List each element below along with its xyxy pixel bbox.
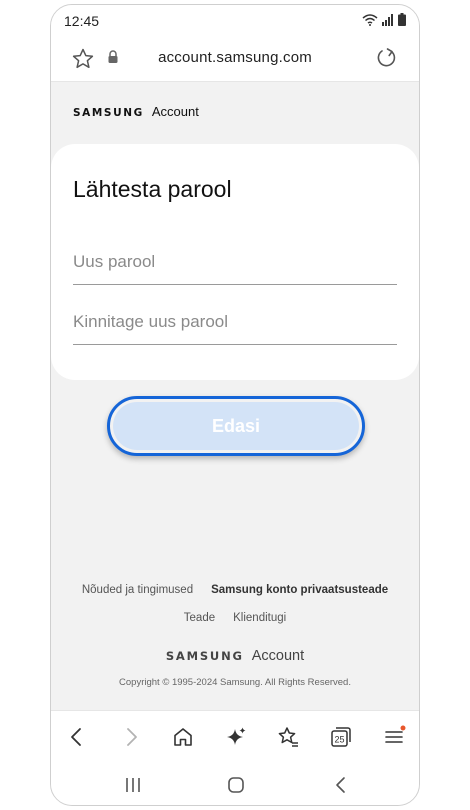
page-title: Lähtesta parool — [73, 176, 232, 202]
status-icons — [362, 13, 406, 26]
tabs-count: 25 — [334, 735, 344, 745]
system-nav-bar — [51, 762, 419, 805]
recents-icon[interactable] — [121, 774, 145, 796]
notification-dot — [400, 725, 406, 731]
footer-brand-account: Account — [251, 648, 305, 664]
next-button-focus-ring: Edasi — [107, 396, 365, 456]
next-button[interactable]: Edasi — [113, 402, 359, 450]
status-bar: 12:45 — [51, 5, 419, 37]
brand-account: Account — [151, 104, 199, 119]
home-icon[interactable] — [171, 725, 195, 749]
back-icon[interactable] — [65, 725, 89, 749]
sparkle-icon[interactable] — [224, 725, 248, 749]
bookmarks-icon[interactable] — [276, 725, 300, 749]
footer-brand-samsung: SAMSUNG — [165, 649, 244, 663]
menu-icon[interactable] — [382, 725, 406, 749]
forward-icon[interactable] — [119, 725, 143, 749]
brand-samsung: SAMSUNG — [73, 107, 144, 119]
reset-password-card: Lähtesta parool — [51, 144, 419, 380]
footer-samsung-account-logo: SAMSUNG Account — [51, 648, 419, 664]
confirm-password-field[interactable] — [73, 300, 397, 345]
privacy-link[interactable]: Samsung konto privaatsusteade — [211, 584, 388, 596]
wifi-icon — [362, 13, 378, 26]
home-nav-icon[interactable] — [224, 774, 248, 796]
tabs-icon[interactable]: 25 — [329, 725, 353, 749]
url-field[interactable]: account.samsung.com — [51, 49, 419, 66]
back-nav-icon[interactable] — [329, 774, 353, 796]
address-bar: account.samsung.com — [51, 37, 419, 82]
new-password-input[interactable] — [73, 240, 397, 284]
footer-links-row-1: Nõuded ja tingimused Samsung konto priva… — [51, 584, 419, 596]
page-content: SAMSUNG Account Lähtesta parool Edasi Nõ… — [51, 82, 419, 710]
new-password-field[interactable] — [73, 240, 397, 285]
support-link[interactable]: Klienditugi — [233, 612, 286, 624]
copyright-text: Copyright © 1995-2024 Samsung. All Right… — [119, 677, 351, 688]
browser-toolbar: 25 — [51, 710, 419, 763]
phone-frame: 12:45 account.samsung.com SAMSUNG Accoun… — [50, 4, 420, 806]
status-time: 12:45 — [64, 13, 100, 29]
confirm-password-input[interactable] — [73, 300, 397, 344]
battery-icon — [398, 13, 406, 26]
notice-link[interactable]: Teade — [184, 612, 215, 624]
signal-icon — [382, 13, 393, 26]
terms-link[interactable]: Nõuded ja tingimused — [82, 584, 193, 596]
samsung-account-logo: SAMSUNG Account — [73, 104, 199, 119]
reload-icon[interactable] — [375, 46, 399, 70]
footer-links-row-2: Teade Klienditugi — [51, 612, 419, 624]
